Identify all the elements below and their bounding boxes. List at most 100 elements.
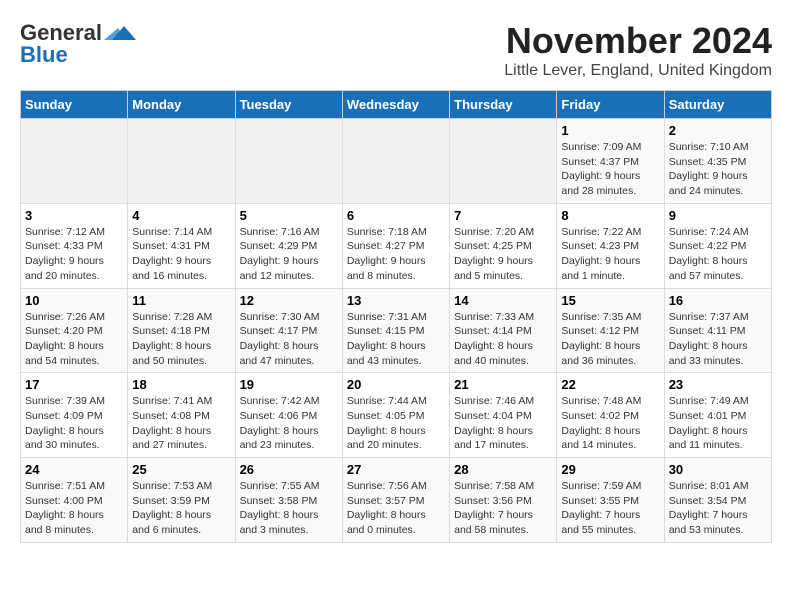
calendar-cell xyxy=(235,119,342,204)
calendar-cell: 20Sunrise: 7:44 AM Sunset: 4:05 PM Dayli… xyxy=(342,373,449,458)
day-info: Sunrise: 7:28 AM Sunset: 4:18 PM Dayligh… xyxy=(132,310,230,369)
day-info: Sunrise: 7:31 AM Sunset: 4:15 PM Dayligh… xyxy=(347,310,445,369)
calendar-cell xyxy=(342,119,449,204)
day-number: 1 xyxy=(561,123,659,138)
calendar-cell: 4Sunrise: 7:14 AM Sunset: 4:31 PM Daylig… xyxy=(128,203,235,288)
page-title: November 2024 xyxy=(504,20,772,62)
day-number: 18 xyxy=(132,377,230,392)
day-number: 6 xyxy=(347,208,445,223)
logo-icon xyxy=(104,22,136,44)
day-info: Sunrise: 7:46 AM Sunset: 4:04 PM Dayligh… xyxy=(454,394,552,453)
day-info: Sunrise: 7:20 AM Sunset: 4:25 PM Dayligh… xyxy=(454,225,552,284)
day-info: Sunrise: 7:26 AM Sunset: 4:20 PM Dayligh… xyxy=(25,310,123,369)
day-info: Sunrise: 7:55 AM Sunset: 3:58 PM Dayligh… xyxy=(240,479,338,538)
calendar-cell: 21 Sunrise: 7:46 AM Sunset: 4:04 PM Dayli… xyxy=(450,373,557,458)
day-header-monday: Monday xyxy=(128,91,235,119)
calendar-cell: 8Sunrise: 7:22 AM Sunset: 4:23 PM Daylig… xyxy=(557,203,664,288)
day-number: 11 xyxy=(132,293,230,308)
day-number: 3 xyxy=(25,208,123,223)
calendar-cell: 13Sunrise: 7:31 AM Sunset: 4:15 PM Dayli… xyxy=(342,288,449,373)
logo: General Blue xyxy=(20,20,136,68)
day-header-wednesday: Wednesday xyxy=(342,91,449,119)
calendar-cell xyxy=(21,119,128,204)
day-number: 10 xyxy=(25,293,123,308)
day-number: 21 xyxy=(454,377,552,392)
calendar-week-row: 17 Sunrise: 7:39 AM Sunset: 4:09 PM Dayli… xyxy=(21,373,772,458)
calendar-cell xyxy=(450,119,557,204)
day-number: 15 xyxy=(561,293,659,308)
calendar-header-row: SundayMondayTuesdayWednesdayThursdayFrid… xyxy=(21,91,772,119)
calendar-cell: 10 Sunrise: 7:26 AM Sunset: 4:20 PM Dayli… xyxy=(21,288,128,373)
calendar-cell xyxy=(128,119,235,204)
calendar-cell: 5 Sunrise: 7:16 AM Sunset: 4:29 PM Daylig… xyxy=(235,203,342,288)
day-header-saturday: Saturday xyxy=(664,91,771,119)
day-number: 28 xyxy=(454,462,552,477)
day-number: 19 xyxy=(240,377,338,392)
day-info: Sunrise: 7:59 AM Sunset: 3:55 PM Dayligh… xyxy=(561,479,659,538)
logo-blue-text: Blue xyxy=(20,42,68,68)
day-number: 16 xyxy=(669,293,767,308)
day-info: Sunrise: 7:49 AM Sunset: 4:01 PM Dayligh… xyxy=(669,394,767,453)
calendar-cell: 18 Sunrise: 7:41 AM Sunset: 4:08 PM Dayli… xyxy=(128,373,235,458)
calendar-cell: 30Sunrise: 8:01 AM Sunset: 3:54 PM Dayli… xyxy=(664,458,771,543)
calendar-cell: 15 Sunrise: 7:35 AM Sunset: 4:12 PM Dayli… xyxy=(557,288,664,373)
day-info: Sunrise: 7:22 AM Sunset: 4:23 PM Dayligh… xyxy=(561,225,659,284)
day-info: Sunrise: 7:09 AM Sunset: 4:37 PM Dayligh… xyxy=(561,140,659,199)
day-number: 14 xyxy=(454,293,552,308)
calendar-cell: 2Sunrise: 7:10 AM Sunset: 4:35 PM Daylig… xyxy=(664,119,771,204)
calendar-cell: 6 Sunrise: 7:18 AM Sunset: 4:27 PM Daylig… xyxy=(342,203,449,288)
day-info: Sunrise: 7:48 AM Sunset: 4:02 PM Dayligh… xyxy=(561,394,659,453)
calendar-week-row: 3 Sunrise: 7:12 AM Sunset: 4:33 PM Daylig… xyxy=(21,203,772,288)
calendar-table: SundayMondayTuesdayWednesdayThursdayFrid… xyxy=(20,90,772,543)
calendar-week-row: 1 Sunrise: 7:09 AM Sunset: 4:37 PM Daylig… xyxy=(21,119,772,204)
day-info: Sunrise: 7:33 AM Sunset: 4:14 PM Dayligh… xyxy=(454,310,552,369)
day-number: 22 xyxy=(561,377,659,392)
day-info: Sunrise: 7:58 AM Sunset: 3:56 PM Dayligh… xyxy=(454,479,552,538)
day-header-friday: Friday xyxy=(557,91,664,119)
day-info: Sunrise: 7:24 AM Sunset: 4:22 PM Dayligh… xyxy=(669,225,767,284)
calendar-cell: 1 Sunrise: 7:09 AM Sunset: 4:37 PM Daylig… xyxy=(557,119,664,204)
day-info: Sunrise: 7:37 AM Sunset: 4:11 PM Dayligh… xyxy=(669,310,767,369)
day-info: Sunrise: 7:39 AM Sunset: 4:09 PM Dayligh… xyxy=(25,394,123,453)
day-header-tuesday: Tuesday xyxy=(235,91,342,119)
day-info: Sunrise: 7:56 AM Sunset: 3:57 PM Dayligh… xyxy=(347,479,445,538)
day-number: 24 xyxy=(25,462,123,477)
calendar-cell: 12Sunrise: 7:30 AM Sunset: 4:17 PM Dayli… xyxy=(235,288,342,373)
day-number: 20 xyxy=(347,377,445,392)
day-info: Sunrise: 7:35 AM Sunset: 4:12 PM Dayligh… xyxy=(561,310,659,369)
day-info: Sunrise: 7:51 AM Sunset: 4:00 PM Dayligh… xyxy=(25,479,123,538)
day-number: 26 xyxy=(240,462,338,477)
calendar-cell: 7Sunrise: 7:20 AM Sunset: 4:25 PM Daylig… xyxy=(450,203,557,288)
day-number: 25 xyxy=(132,462,230,477)
calendar-cell: 11 Sunrise: 7:28 AM Sunset: 4:18 PM Dayli… xyxy=(128,288,235,373)
day-number: 17 xyxy=(25,377,123,392)
day-info: Sunrise: 7:14 AM Sunset: 4:31 PM Dayligh… xyxy=(132,225,230,284)
calendar-cell: 3 Sunrise: 7:12 AM Sunset: 4:33 PM Daylig… xyxy=(21,203,128,288)
calendar-cell: 14 Sunrise: 7:33 AM Sunset: 4:14 PM Dayli… xyxy=(450,288,557,373)
calendar-cell: 23Sunrise: 7:49 AM Sunset: 4:01 PM Dayli… xyxy=(664,373,771,458)
day-info: Sunrise: 7:12 AM Sunset: 4:33 PM Dayligh… xyxy=(25,225,123,284)
day-number: 30 xyxy=(669,462,767,477)
calendar-week-row: 24 Sunrise: 7:51 AM Sunset: 4:00 PM Dayli… xyxy=(21,458,772,543)
day-number: 12 xyxy=(240,293,338,308)
title-area: November 2024 Little Lever, England, Uni… xyxy=(504,20,772,80)
calendar-cell: 22 Sunrise: 7:48 AM Sunset: 4:02 PM Dayli… xyxy=(557,373,664,458)
calendar-cell: 27Sunrise: 7:56 AM Sunset: 3:57 PM Dayli… xyxy=(342,458,449,543)
day-number: 5 xyxy=(240,208,338,223)
calendar-week-row: 10 Sunrise: 7:26 AM Sunset: 4:20 PM Dayli… xyxy=(21,288,772,373)
calendar-cell: 17 Sunrise: 7:39 AM Sunset: 4:09 PM Dayli… xyxy=(21,373,128,458)
day-info: Sunrise: 7:42 AM Sunset: 4:06 PM Dayligh… xyxy=(240,394,338,453)
day-number: 29 xyxy=(561,462,659,477)
calendar-cell: 26 Sunrise: 7:55 AM Sunset: 3:58 PM Dayli… xyxy=(235,458,342,543)
calendar-cell: 19 Sunrise: 7:42 AM Sunset: 4:06 PM Dayli… xyxy=(235,373,342,458)
calendar-cell: 29 Sunrise: 7:59 AM Sunset: 3:55 PM Dayli… xyxy=(557,458,664,543)
day-info: Sunrise: 7:10 AM Sunset: 4:35 PM Dayligh… xyxy=(669,140,767,199)
day-info: Sunrise: 7:18 AM Sunset: 4:27 PM Dayligh… xyxy=(347,225,445,284)
day-info: Sunrise: 7:16 AM Sunset: 4:29 PM Dayligh… xyxy=(240,225,338,284)
day-header-thursday: Thursday xyxy=(450,91,557,119)
day-number: 9 xyxy=(669,208,767,223)
calendar-cell: 16 Sunrise: 7:37 AM Sunset: 4:11 PM Dayli… xyxy=(664,288,771,373)
calendar-cell: 25Sunrise: 7:53 AM Sunset: 3:59 PM Dayli… xyxy=(128,458,235,543)
day-info: Sunrise: 7:41 AM Sunset: 4:08 PM Dayligh… xyxy=(132,394,230,453)
header: General Blue November 2024 Little Lever,… xyxy=(20,20,772,80)
